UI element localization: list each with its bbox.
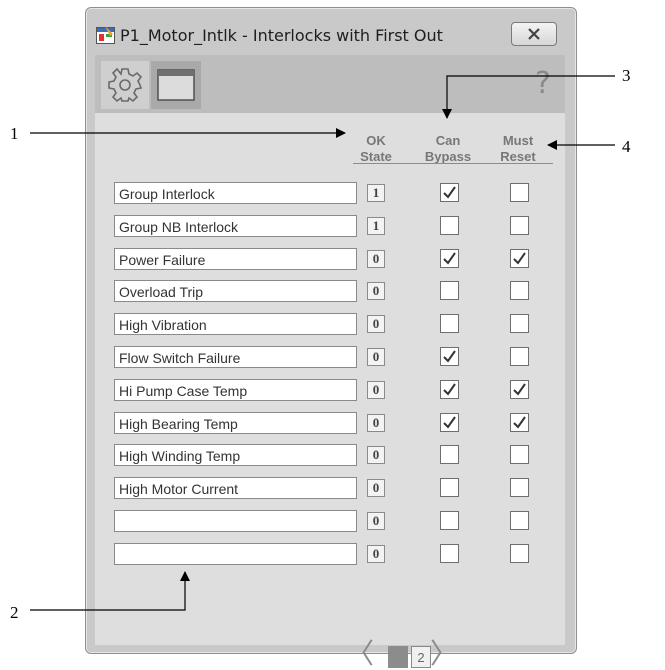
callout-arrows	[30, 75, 615, 611]
callout-3-arrow	[442, 75, 615, 119]
callout-2-arrow	[30, 571, 190, 611]
